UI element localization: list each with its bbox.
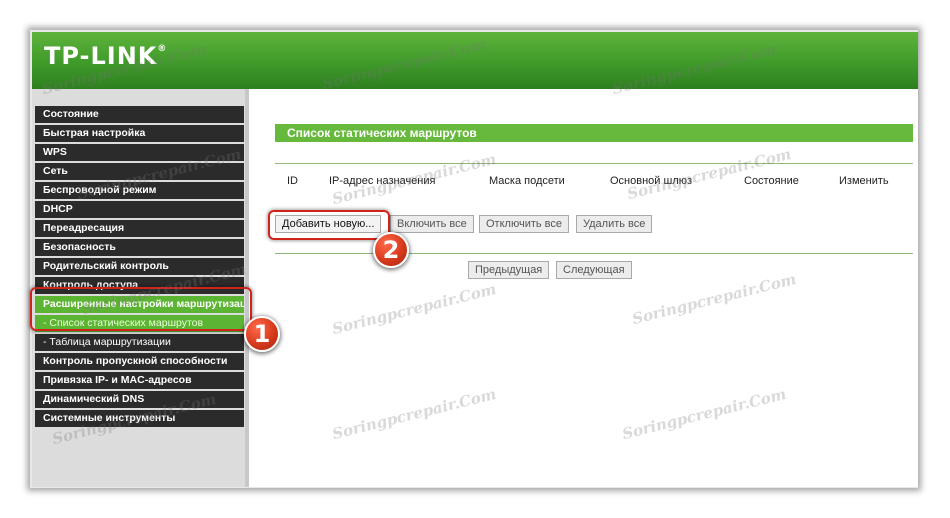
- sidebar-item-ip-mac-binding[interactable]: Привязка IP- и MAC-адресов: [35, 372, 244, 391]
- step-badge-2: 2: [373, 232, 409, 268]
- tp-link-logo: TP-LINK®: [44, 42, 168, 70]
- enable-all-button[interactable]: Включить все: [390, 215, 474, 233]
- sidebar-item-forwarding[interactable]: Переадресация: [35, 220, 244, 239]
- sidebar-item-system-tools[interactable]: Системные инструменты: [35, 410, 244, 429]
- sidebar-item-security[interactable]: Безопасность: [35, 239, 244, 258]
- disable-all-button[interactable]: Отключить все: [479, 215, 569, 233]
- sidebar-item-bandwidth-control[interactable]: Контроль пропускной способности: [35, 353, 244, 372]
- sidebar-item-wireless[interactable]: Беспроводной режим: [35, 182, 244, 201]
- sidebar-item-status[interactable]: Состояние: [35, 106, 244, 125]
- step-badge-1: 1: [244, 316, 280, 352]
- column-header-destination: IP-адрес назначения: [329, 175, 436, 187]
- column-header-gateway: Основной шлюз: [610, 175, 693, 187]
- sidebar-item-quick-setup[interactable]: Быстрая настройка: [35, 125, 244, 144]
- sidebar-item-routing-table[interactable]: - Таблица маршрутизации: [35, 334, 244, 353]
- sidebar-item-network[interactable]: Сеть: [35, 163, 244, 182]
- delete-all-button[interactable]: Удалить все: [576, 215, 653, 233]
- column-header-status: Состояние: [744, 175, 799, 187]
- page-title: Список статических маршрутов: [275, 124, 913, 142]
- table-top-divider: [275, 163, 913, 164]
- next-page-button[interactable]: Следующая: [556, 261, 632, 279]
- sidebar-item-dhcp[interactable]: DHCP: [35, 201, 244, 220]
- column-header-mask: Маска подсети: [489, 175, 565, 187]
- column-header-modify: Изменить: [839, 175, 889, 187]
- table-bottom-divider: [275, 253, 913, 254]
- column-header-id: ID: [287, 175, 298, 187]
- callout-highlight-static-routes: [30, 287, 252, 331]
- sidebar-item-dynamic-dns[interactable]: Динамический DNS: [35, 391, 244, 410]
- sidebar-menu: Состояние Быстрая настройка WPS Сеть Бес…: [35, 106, 244, 429]
- callout-highlight-add-new: [268, 210, 390, 240]
- sidebar-item-wps[interactable]: WPS: [35, 144, 244, 163]
- previous-page-button[interactable]: Предыдущая: [468, 261, 550, 279]
- main-content: [249, 89, 918, 487]
- sidebar-item-parental-control[interactable]: Родительский контроль: [35, 258, 244, 277]
- router-header: TP-LINK®: [32, 32, 918, 89]
